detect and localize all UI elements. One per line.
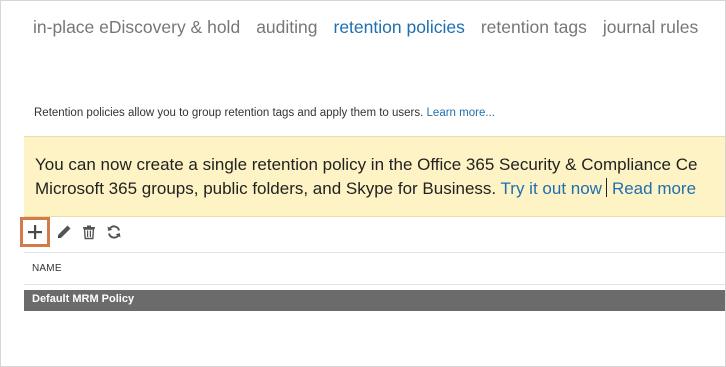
tab-in-place-ediscovery-hold[interactable]: in-place eDiscovery & hold — [33, 17, 240, 38]
add-button[interactable] — [20, 217, 50, 247]
column-header-name[interactable]: NAME — [32, 263, 62, 274]
page-description: Retention policies allow you to group re… — [34, 107, 495, 119]
edit-icon — [58, 225, 71, 238]
edit-button[interactable] — [52, 220, 76, 244]
retention-policies-panel: in-place eDiscovery & hold auditing rete… — [0, 0, 726, 367]
delete-button[interactable] — [77, 220, 101, 244]
try-it-out-link[interactable]: Try it out now — [501, 179, 602, 198]
refresh-button[interactable] — [102, 220, 126, 244]
policy-name-cell: Default MRM Policy — [32, 293, 135, 305]
tab-auditing[interactable]: auditing — [256, 17, 317, 38]
link-separator — [605, 178, 607, 197]
banner-line-1: You can now create a single retention po… — [35, 155, 698, 174]
description-text: Retention policies allow you to group re… — [34, 107, 424, 119]
header-divider — [24, 284, 725, 285]
delete-icon — [83, 225, 95, 240]
tab-journal-rules[interactable]: journal rules — [603, 17, 698, 38]
tab-bar: in-place eDiscovery & hold auditing rete… — [33, 17, 714, 38]
tab-retention-tags[interactable]: retention tags — [481, 17, 587, 38]
info-banner: You can now create a single retention po… — [24, 136, 725, 217]
read-more-link[interactable]: Read more — [612, 179, 696, 198]
toolbar — [20, 217, 127, 247]
table-row[interactable]: Default MRM Policy — [24, 290, 725, 311]
toolbar-divider — [24, 252, 725, 253]
refresh-icon — [107, 225, 121, 239]
tab-retention-policies[interactable]: retention policies — [334, 17, 465, 38]
add-icon — [28, 225, 42, 239]
banner-text: You can now create a single retention po… — [35, 153, 725, 201]
banner-line-2-text: Microsoft 365 groups, public folders, an… — [35, 179, 497, 198]
banner-line-2: Microsoft 365 groups, public folders, an… — [35, 177, 725, 201]
learn-more-link[interactable]: Learn more... — [427, 107, 495, 119]
